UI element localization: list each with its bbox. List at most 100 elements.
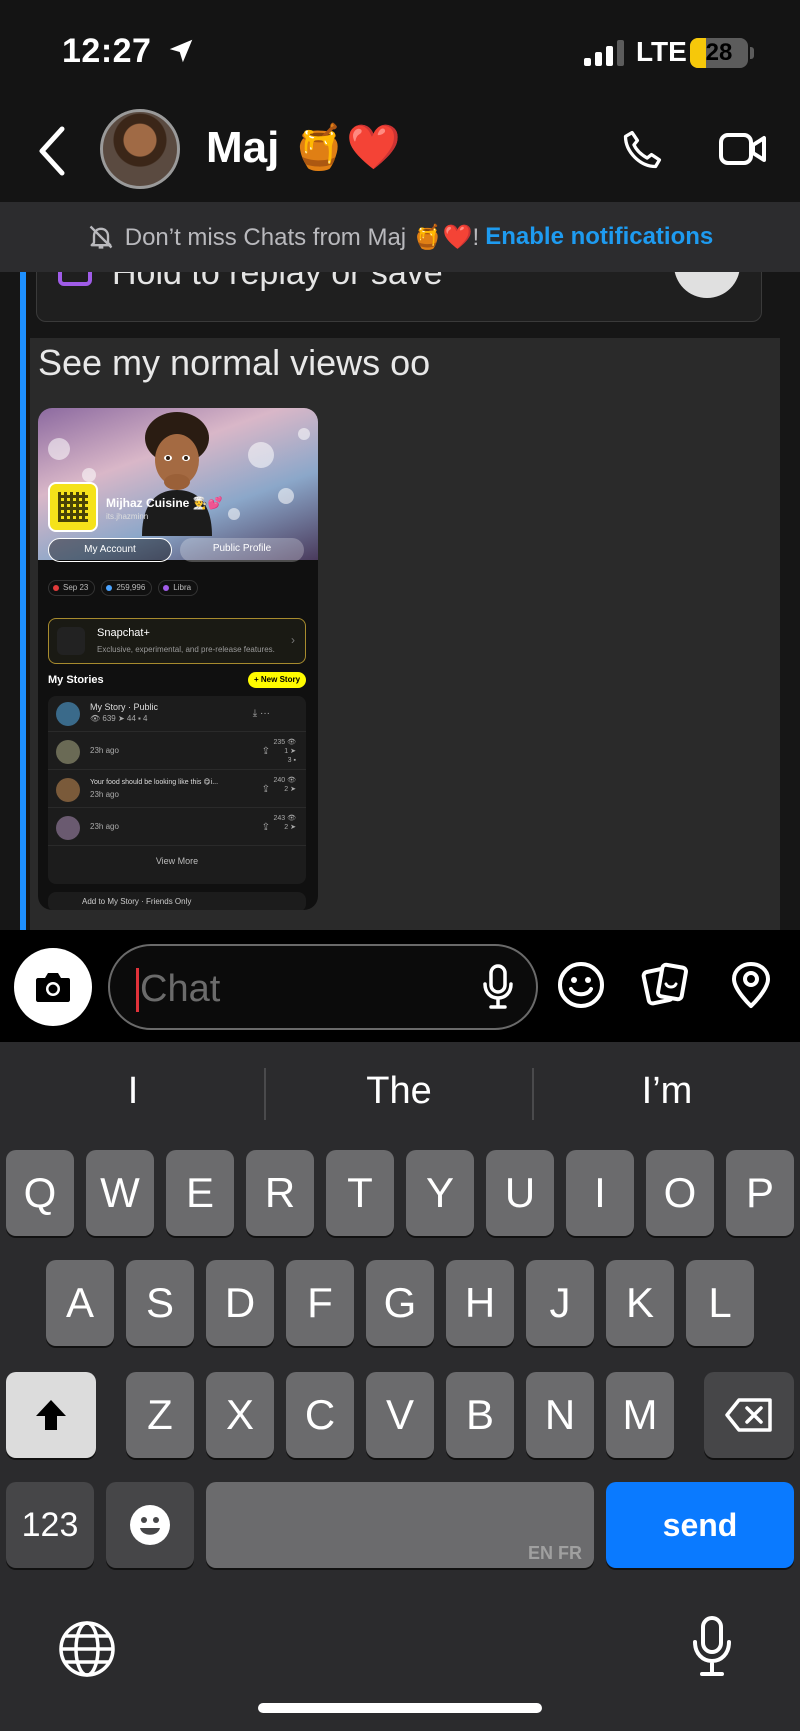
memories-cards-icon[interactable] (640, 960, 690, 1010)
battery-icon: 28 (690, 38, 748, 68)
suggestion-1[interactable]: I (0, 1070, 266, 1113)
space-key[interactable]: EN FR (206, 1482, 594, 1568)
back-chevron-icon[interactable] (36, 125, 68, 177)
emoji-smiley-icon[interactable] (556, 960, 606, 1010)
key-i[interactable]: I (566, 1150, 634, 1236)
ghost-icon (57, 627, 85, 655)
backspace-key[interactable] (704, 1372, 794, 1458)
key-d[interactable]: D (206, 1260, 274, 1346)
key-m[interactable]: M (606, 1372, 674, 1458)
muted-bell-icon (89, 225, 113, 249)
suggestion-3[interactable]: I’m (534, 1070, 800, 1113)
story-subtitle: 23h ago (90, 790, 119, 799)
previous-snap-text: Hold to replay or save (112, 272, 443, 292)
key-z[interactable]: Z (126, 1372, 194, 1458)
key-v[interactable]: V (366, 1372, 434, 1458)
chat-messages[interactable]: Hold to replay or save See my normal vie… (0, 272, 800, 930)
key-p[interactable]: P (726, 1150, 794, 1236)
cellular-signal-icon (584, 40, 624, 66)
location-pin-icon[interactable] (726, 960, 776, 1010)
key-s[interactable]: S (126, 1260, 194, 1346)
score-chip: 259,996 (101, 580, 153, 596)
story-title: Your food should be looking like this 😋i… (90, 779, 219, 786)
story-subtitle: 23h ago (90, 746, 119, 755)
location-arrow-icon (169, 39, 193, 63)
key-j[interactable]: J (526, 1260, 594, 1346)
key-a[interactable]: A (46, 1260, 114, 1346)
story-thumb (56, 816, 80, 840)
contact-name[interactable]: Maj 🍯❤️ (206, 121, 401, 173)
backspace-icon (725, 1398, 772, 1432)
key-x[interactable]: X (206, 1372, 274, 1458)
status-bar: 12:27 LTE 28 (0, 0, 800, 105)
birthday-chip: Sep 23 (48, 580, 96, 596)
snapchat-plus-subtitle: Exclusive, experimental, and pre-release… (97, 645, 275, 654)
chat-header: Maj 🍯❤️ (0, 105, 800, 202)
key-l[interactable]: L (686, 1260, 754, 1346)
story-thumb (56, 740, 80, 764)
key-y[interactable]: Y (406, 1150, 474, 1236)
snapchat-plus-title: Snapchat+ (97, 627, 150, 639)
my-account-button: My Account (48, 538, 172, 562)
contact-avatar[interactable] (100, 109, 180, 189)
story-stats: 235 👁 1 ➤ 3 ▪ (273, 739, 296, 764)
shift-key[interactable] (6, 1372, 96, 1458)
key-h[interactable]: H (446, 1260, 514, 1346)
story-title: My Story · Public (90, 702, 159, 712)
public-profile-button: Public Profile (180, 538, 304, 562)
key-q[interactable]: Q (6, 1150, 74, 1236)
message-text: See my normal views oo (38, 342, 431, 383)
numbers-key[interactable]: 123 (6, 1482, 94, 1568)
key-e[interactable]: E (166, 1150, 234, 1236)
story-subtitle: 23h ago (90, 822, 119, 831)
status-time: 12:27 (62, 32, 152, 70)
key-w[interactable]: W (86, 1150, 154, 1236)
keyboard-languages: EN FR (528, 1543, 582, 1563)
chevron-right-icon: › (291, 633, 295, 647)
keyboard: I The I’m Q W E R T Y U I O P A S D F G … (0, 1042, 800, 1731)
sender-accent-bar (20, 272, 26, 930)
microphone-icon[interactable] (482, 964, 514, 1010)
key-g[interactable]: G (366, 1260, 434, 1346)
home-indicator[interactable] (258, 1703, 542, 1713)
key-b[interactable]: B (446, 1372, 514, 1458)
profile-chips: Sep 23 259,996 Libra (48, 580, 199, 596)
key-t[interactable]: T (326, 1150, 394, 1236)
story-row: 23h ago ⇪ 235 👁 1 ➤ 3 ▪ (48, 734, 306, 770)
snapchat-plus-card: Snapchat+ Exclusive, experimental, and p… (48, 618, 306, 664)
key-c[interactable]: C (286, 1372, 354, 1458)
story-row: 23h ago ⇪ 243 👁 2 ➤ (48, 810, 306, 846)
phone-call-icon[interactable] (620, 127, 664, 173)
zodiac-chip: Libra (158, 580, 199, 596)
story-row: My Story · Public 👁 639 ➤ 44 ▪ 4 ⤓ ··· (48, 696, 306, 732)
share-icon: ⇪ (261, 822, 270, 833)
add-story-row: Add to My Story · Friends Only (48, 892, 306, 910)
key-o[interactable]: O (646, 1150, 714, 1236)
story-row: Your food should be looking like this 😋i… (48, 772, 306, 808)
story-thumb (56, 778, 80, 802)
chat-input-bar (0, 930, 800, 1042)
camera-icon (36, 973, 70, 1002)
notification-banner: Don’t miss Chats from Maj 🍯❤️! Enable no… (0, 202, 800, 272)
camera-button[interactable] (14, 948, 92, 1026)
chat-input-field[interactable] (108, 944, 538, 1030)
shared-screenshot-image[interactable]: Mijhaz Cuisine 👨‍🍳💕 its.jhazminn My Acco… (38, 408, 318, 910)
send-key[interactable]: send (606, 1482, 794, 1568)
key-k[interactable]: K (606, 1260, 674, 1346)
key-r[interactable]: R (246, 1150, 314, 1236)
snapcode-icon[interactable] (48, 482, 98, 532)
predictive-bar: I The I’m (0, 1042, 800, 1146)
key-u[interactable]: U (486, 1150, 554, 1236)
enable-notifications-link[interactable]: Enable notifications (485, 223, 713, 251)
key-n[interactable]: N (526, 1372, 594, 1458)
key-f[interactable]: F (286, 1260, 354, 1346)
stories-list: My Story · Public 👁 639 ➤ 44 ▪ 4 ⤓ ··· 2… (48, 696, 306, 884)
chat-input[interactable] (140, 960, 440, 1018)
dictation-microphone-icon[interactable] (692, 1616, 732, 1678)
globe-icon[interactable] (58, 1620, 116, 1678)
text-caret (136, 968, 139, 1012)
view-more-link: View More (155, 856, 199, 866)
suggestion-2[interactable]: The (266, 1070, 532, 1113)
video-call-icon[interactable] (718, 129, 768, 169)
emoji-key[interactable] (106, 1482, 194, 1568)
